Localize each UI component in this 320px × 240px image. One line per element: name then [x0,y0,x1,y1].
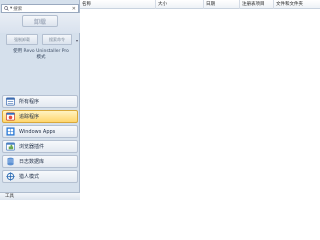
database-icon [7,157,14,166]
nav-hunter-mode[interactable]: 猎人模式 [2,170,78,183]
nav-label: 所有程序 [19,99,40,105]
search-box[interactable]: ▾ 搜索 ✕ [1,4,79,13]
windows-apps-icon [6,127,15,136]
nav-label: 日志数据库 [19,159,45,165]
search-dropdown-icon[interactable]: ▾ [10,6,12,11]
nav-label: 浏览器插件 [19,144,45,150]
nav-label: 猎人模式 [19,174,40,180]
nav-all-programs[interactable]: 所有程序 [2,95,78,108]
tools-label: 工具 [5,194,14,199]
search-input[interactable]: 搜索 [13,6,22,12]
chevron-down-icon[interactable]: ▾ [76,38,78,43]
nav-logs-database[interactable]: 日志数据库 [2,155,78,168]
column-header-name[interactable]: 名称 [80,0,156,9]
column-header-size[interactable]: 大小 [156,0,204,9]
left-panel: ▾ 搜索 ✕ 卸载 强制卸载 搜索命令 ▾ 使用 Revo Uninstalle… [0,0,80,200]
traced-program-icon [6,112,15,121]
tools-section-header[interactable]: 工具 [0,192,80,200]
more-commands-button[interactable]: 搜索命令 ▾ [42,34,78,45]
browser-extension-icon [6,142,15,151]
crosshair-icon [6,172,15,181]
mode-text: 模式 [36,55,46,60]
column-header-date[interactable]: 日期 [204,0,240,9]
clear-search-icon[interactable]: ✕ [72,6,76,12]
program-table-header: 名称 大小 日期 注册表项目 文件和文件夹 [80,0,320,9]
column-header-registry[interactable]: 注册表项目 [240,0,274,9]
nav-browser-extensions[interactable]: 浏览器插件 [2,140,78,153]
nav-label: 追踪程序 [19,114,40,120]
nav-traced-programs[interactable]: 追踪程序 [2,110,78,123]
forced-uninstall-button[interactable]: 强制卸载 [6,34,38,45]
nav-label: Windows Apps [19,128,56,135]
more-commands-label: 搜索命令 [49,36,65,42]
column-header-files-folders[interactable]: 文件和文件夹 [274,0,320,9]
nav-windows-apps[interactable]: Windows Apps [2,125,78,138]
uninstall-button[interactable]: 卸载 [22,15,58,27]
search-icon [4,6,9,11]
program-list-icon [6,97,15,106]
